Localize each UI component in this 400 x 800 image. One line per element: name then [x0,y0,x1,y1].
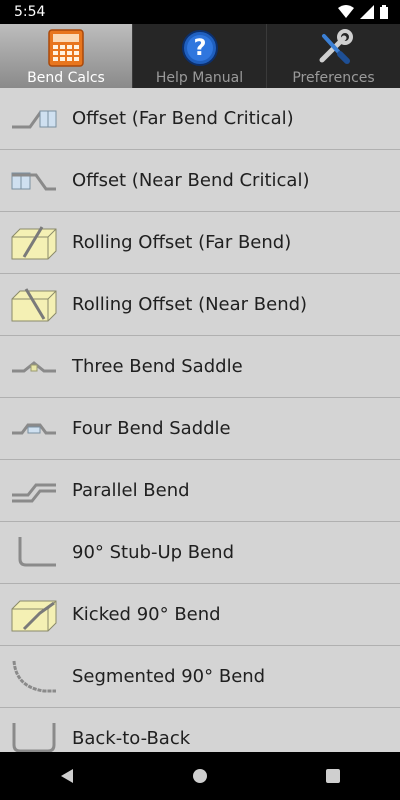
item-label: Parallel Bend [72,480,190,501]
home-button[interactable] [170,752,230,800]
wifi-icon [338,5,354,18]
item-label: 90° Stub-Up Bend [72,542,235,563]
status-time: 5:54 [14,4,46,20]
list-item-stub-up[interactable]: 90° Stub-Up Bend [0,522,400,584]
home-circle-icon [192,769,207,783]
back-to-back-icon [12,722,56,752]
item-label: Kicked 90° Bend [72,604,221,625]
help-icon: ? [181,30,218,66]
list-item-three-bend-saddle[interactable]: Three Bend Saddle [0,336,400,398]
list-item-four-bend-saddle[interactable]: Four Bend Saddle [0,398,400,460]
item-label: Four Bend Saddle [72,418,231,439]
three-bend-saddle-icon [12,360,56,372]
back-button[interactable] [37,752,97,800]
list-item-offset-near[interactable]: Offset (Near Bend Critical) [0,150,400,212]
list-item-segmented-90[interactable]: Segmented 90° Bend [0,646,400,708]
list-item-rolling-offset-near[interactable]: Rolling Offset (Near Bend) [0,274,400,336]
signal-icon [360,5,374,19]
list-item-parallel-bend[interactable]: Parallel Bend [0,460,400,522]
item-label: Three Bend Saddle [72,356,243,377]
offset-near-icon [11,172,56,190]
bend-list: Offset (Far Bend Critical) Offset (Near … [0,88,400,752]
rolling-offset-near-icon [11,287,57,321]
item-label: Rolling Offset (Far Bend) [72,232,292,253]
battery-icon [380,5,388,19]
kicked-90-icon [11,600,57,631]
item-label: Offset (Far Bend Critical) [72,108,294,129]
status-icons [338,5,388,19]
svg-text:?: ? [193,36,206,61]
item-label: Offset (Near Bend Critical) [72,170,310,191]
list-item-offset-far[interactable]: Offset (Far Bend Critical) [0,88,400,150]
recents-square-icon [326,769,341,783]
list-item-kicked-90[interactable]: Kicked 90° Bend [0,584,400,646]
back-triangle-icon [60,769,73,783]
segmented-90-icon [12,660,56,692]
navigation-bar [0,752,400,800]
tab-label: Preferences [292,70,375,86]
stub-up-icon [18,536,56,566]
tab-bend-calcs[interactable]: Bend Calcs [0,24,133,88]
item-label: Back-to-Back [72,728,191,749]
parallel-bend-icon [12,483,56,502]
four-bend-saddle-icon [12,423,56,434]
list-item-rolling-offset-far[interactable]: Rolling Offset (Far Bend) [0,212,400,274]
tab-bar: Bend Calcs ? Help Manual Preferences [0,24,400,88]
offset-far-icon [12,110,57,128]
rolling-offset-far-icon [11,225,57,259]
recents-button[interactable] [303,752,363,800]
calculator-icon [48,29,84,67]
tab-label: Help Manual [155,70,244,86]
tab-label: Bend Calcs [27,70,105,86]
status-bar: 5:54 [0,0,400,24]
item-label: Rolling Offset (Near Bend) [72,294,308,315]
item-label: Segmented 90° Bend [72,666,266,687]
list-item-back-to-back[interactable]: Back-to-Back [0,708,400,752]
tab-help-manual[interactable]: ? Help Manual [133,24,267,88]
tab-preferences[interactable]: Preferences [267,24,400,88]
wrench-screwdriver-icon [319,29,353,64]
